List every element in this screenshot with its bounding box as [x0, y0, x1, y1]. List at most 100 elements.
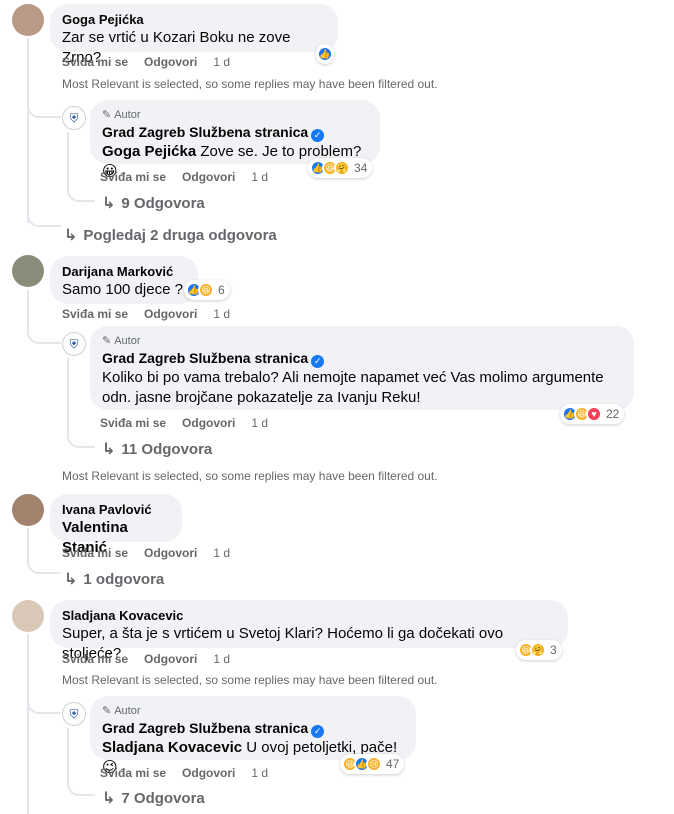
view-replies-link[interactable]: ↳ 7 Odgovora — [102, 788, 205, 808]
comment-actions: Sviđa mi se Odgovori 1 d — [62, 546, 246, 560]
thread-line — [27, 634, 29, 814]
thread-line — [67, 132, 69, 192]
comment-text: Samo 100 djece ? — [62, 281, 183, 298]
timestamp[interactable]: 1 d — [251, 416, 268, 430]
reply-author[interactable]: Grad Zagreb Službena stranica ✓ — [102, 124, 368, 142]
reply-arrow-icon: ↳ — [102, 195, 116, 212]
reply-arrow-icon: ↳ — [64, 227, 78, 244]
like-icon: 👍 — [317, 46, 333, 62]
comment-author[interactable]: Goga Pejićka — [62, 12, 326, 28]
reply-connector — [27, 560, 61, 574]
comment-actions: Sviđa mi se Odgovori 1 d — [62, 307, 246, 321]
reply-author[interactable]: Grad Zagreb Službena stranica ✓ — [102, 350, 622, 368]
verified-icon: ✓ — [311, 129, 325, 142]
reply-arrow-icon: ↳ — [64, 571, 78, 588]
care-icon: 🤗 — [530, 642, 546, 658]
comment-bubble: Sladjana Kovacevic Super, a šta je s vrt… — [50, 600, 568, 662]
reply-button[interactable]: Odgovori — [144, 307, 197, 321]
like-button[interactable]: Sviđa mi se — [62, 55, 128, 69]
avatar[interactable] — [12, 4, 44, 36]
timestamp[interactable]: 1 d — [251, 170, 268, 184]
reply-connector — [27, 694, 61, 714]
care-icon: 🤗 — [334, 160, 350, 176]
reply-connector — [27, 215, 61, 227]
mention-link[interactable]: Sladjana Kovacevic — [102, 739, 242, 756]
reply-connector — [67, 190, 95, 202]
reply-actions: Sviđa mi se Odgovori 1 d — [100, 170, 284, 184]
timestamp[interactable]: 1 d — [213, 652, 230, 666]
avatar[interactable] — [12, 494, 44, 526]
comment-bubble: Goga Pejićka Zar se vrtić u Kozari Boku … — [50, 4, 338, 66]
reply-bubble: ✎ Autor Grad Zagreb Službena stranica ✓ Go… — [90, 100, 380, 180]
like-button[interactable]: Sviđa mi se — [62, 546, 128, 560]
view-replies-link[interactable]: ↳ 1 odgovora — [64, 569, 164, 589]
reply-bubble: ✎ Autor Grad Zagreb Službena stranica ✓ Sl… — [90, 696, 416, 776]
avatar[interactable] — [12, 255, 44, 287]
comment-actions: Sviđa mi se Odgovori 1 d — [62, 652, 246, 666]
filtered-notice: Most Relevant is selected, so some repli… — [62, 673, 438, 687]
like-button[interactable]: Sviđa mi se — [62, 652, 128, 666]
timestamp[interactable]: 1 d — [251, 766, 268, 780]
like-button[interactable]: Sviđa mi se — [100, 766, 166, 780]
timestamp[interactable]: 1 d — [213, 307, 230, 321]
reply-text: Koliko bi po vama trebalo? Ali nemojte n… — [102, 369, 604, 386]
timestamp[interactable]: 1 d — [213, 546, 230, 560]
view-more-replies-link[interactable]: ↳ Pogledaj 2 druga odgovora — [64, 225, 277, 245]
reaction-summary[interactable]: 👍 😆 🤗 34 — [308, 158, 373, 178]
like-button[interactable]: Sviđa mi se — [100, 416, 166, 430]
reply-connector — [67, 436, 95, 448]
reply-button[interactable]: Odgovori — [144, 546, 197, 560]
reply-connector — [27, 100, 61, 118]
reply-bubble: ✎ Autor Grad Zagreb Službena stranica ✓ Ko… — [90, 326, 634, 410]
pencil-icon: ✎ — [102, 109, 112, 121]
like-button[interactable]: Sviđa mi se — [62, 307, 128, 321]
reply-actions: Sviđa mi se Odgovori 1 d — [100, 416, 284, 430]
haha-icon: 😆 — [198, 282, 214, 298]
author-tag: ✎ Autor — [102, 335, 141, 347]
reaction-count: 3 — [550, 643, 557, 657]
page-avatar[interactable]: ⛨ — [62, 106, 86, 130]
reply-button[interactable]: Odgovori — [144, 55, 197, 69]
comment-author[interactable]: Darijana Marković — [62, 264, 186, 280]
avatar[interactable] — [12, 600, 44, 632]
reply-button[interactable]: Odgovori — [144, 652, 197, 666]
reaction-summary[interactable]: 👍 — [316, 44, 334, 64]
love-icon: ♥ — [586, 406, 602, 422]
reaction-count: 47 — [386, 757, 400, 771]
reply-button[interactable]: Odgovori — [182, 170, 235, 184]
view-replies-link[interactable]: ↳ 11 Odgovora — [102, 439, 212, 459]
reply-text: odn. jasne brojčane pokazatelje za Ivanj… — [102, 389, 421, 406]
reaction-count: 6 — [218, 283, 225, 297]
reply-connector — [67, 784, 95, 796]
reply-arrow-icon: ↳ — [102, 441, 116, 458]
thread-line — [67, 728, 69, 784]
reply-actions: Sviđa mi se Odgovori 1 d — [100, 766, 284, 780]
thread-line — [27, 38, 29, 223]
reaction-summary[interactable]: 👍 😆 6 — [184, 280, 230, 300]
filtered-notice: Most Relevant is selected, so some repli… — [62, 77, 438, 91]
mention-link[interactable]: Goga Pejićka — [102, 143, 196, 160]
like-button[interactable]: Sviđa mi se — [100, 170, 166, 184]
comment-author[interactable]: Sladjana Kovacevic — [62, 608, 556, 624]
thread-line — [67, 358, 69, 438]
reaction-summary[interactable]: 😆 👍 😢 47 — [340, 754, 405, 774]
pencil-icon: ✎ — [102, 705, 112, 717]
verified-icon: ✓ — [311, 355, 325, 368]
reply-button[interactable]: Odgovori — [182, 416, 235, 430]
reaction-summary[interactable]: 👍 😆 ♥ 22 — [560, 404, 625, 424]
reply-arrow-icon: ↳ — [102, 790, 116, 807]
reply-author[interactable]: Grad Zagreb Službena stranica ✓ — [102, 720, 404, 738]
comment-author[interactable]: Ivana Pavlović — [62, 502, 170, 518]
sad-icon: 😢 — [366, 756, 382, 772]
comment-actions: Sviđa mi se Odgovori 1 d — [62, 55, 246, 69]
page-avatar[interactable]: ⛨ — [62, 332, 86, 356]
reaction-count: 34 — [354, 161, 368, 175]
thread-line — [27, 528, 29, 564]
reaction-summary[interactable]: 😆 🤗 3 — [516, 640, 562, 660]
page-avatar[interactable]: ⛨ — [62, 702, 86, 726]
reply-button[interactable]: Odgovori — [182, 766, 235, 780]
view-replies-link[interactable]: ↳ 9 Odgovora — [102, 193, 205, 213]
timestamp[interactable]: 1 d — [213, 55, 230, 69]
comment-bubble: Darijana Marković Samo 100 djece ? — [50, 256, 198, 304]
author-tag: ✎ Autor — [102, 109, 141, 121]
